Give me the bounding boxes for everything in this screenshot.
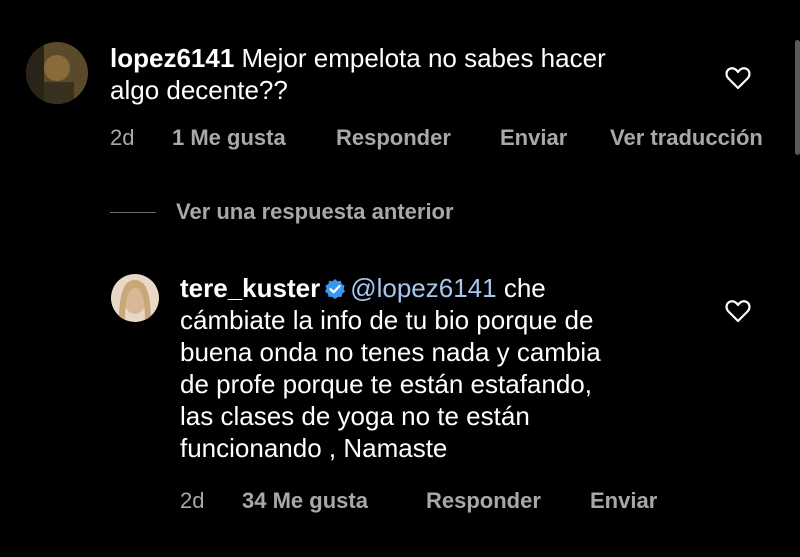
avatar-tere-kuster[interactable] — [111, 274, 159, 322]
reply-body: tere_kuster @lopez6141 che cámbiate la in… — [180, 272, 700, 464]
heart-icon[interactable] — [725, 299, 751, 323]
divider — [110, 212, 156, 213]
reply-username[interactable]: tere_kuster — [180, 273, 320, 303]
reply-text-line: cámbiate la info de tu bio porque de — [180, 305, 594, 335]
comment-text-line: algo decente?? — [110, 75, 288, 105]
view-previous-reply-link[interactable]: Ver una respuesta anterior — [176, 199, 454, 225]
likes-count[interactable]: 34 Me gusta — [242, 488, 368, 514]
reply-button[interactable]: Responder — [426, 488, 541, 514]
reply-actions: 2d 34 Me gusta Responder Enviar — [180, 488, 780, 514]
reply-button[interactable]: Responder — [336, 125, 451, 151]
comment-username[interactable]: lopez6141 — [110, 43, 234, 73]
reply-text-line: las clases de yoga no te están — [180, 401, 530, 431]
comment-time: 2d — [110, 125, 135, 150]
avatar-image — [26, 42, 88, 104]
translate-button[interactable]: Ver traducción — [610, 125, 763, 151]
reply-text-line: de profe porque te están estafando, — [180, 369, 592, 399]
comment-text-line: Mejor empelota no sabes hacer — [234, 43, 606, 73]
avatar-lopez6141[interactable] — [26, 42, 88, 104]
send-button[interactable]: Enviar — [590, 488, 657, 514]
reply-text-line: che — [496, 273, 546, 303]
likes-count[interactable]: 1 Me gusta — [172, 125, 286, 151]
avatar-image — [111, 274, 159, 322]
comment-body: lopez6141 Mejor empelota no sabes hacer … — [110, 42, 710, 106]
reply-text-line: buena onda no tenes nada y cambia — [180, 337, 601, 367]
send-button[interactable]: Enviar — [500, 125, 567, 151]
verified-badge-icon — [325, 279, 346, 299]
reply-time: 2d — [180, 488, 205, 513]
comment-actions: 2d 1 Me gusta Responder Enviar Ver tradu… — [110, 125, 800, 151]
scrollbar[interactable] — [795, 40, 800, 155]
mention-link[interactable]: @lopez6141 — [350, 273, 496, 303]
heart-icon[interactable] — [725, 66, 751, 90]
reply-text-line: funcionando , Namaste — [180, 433, 448, 463]
